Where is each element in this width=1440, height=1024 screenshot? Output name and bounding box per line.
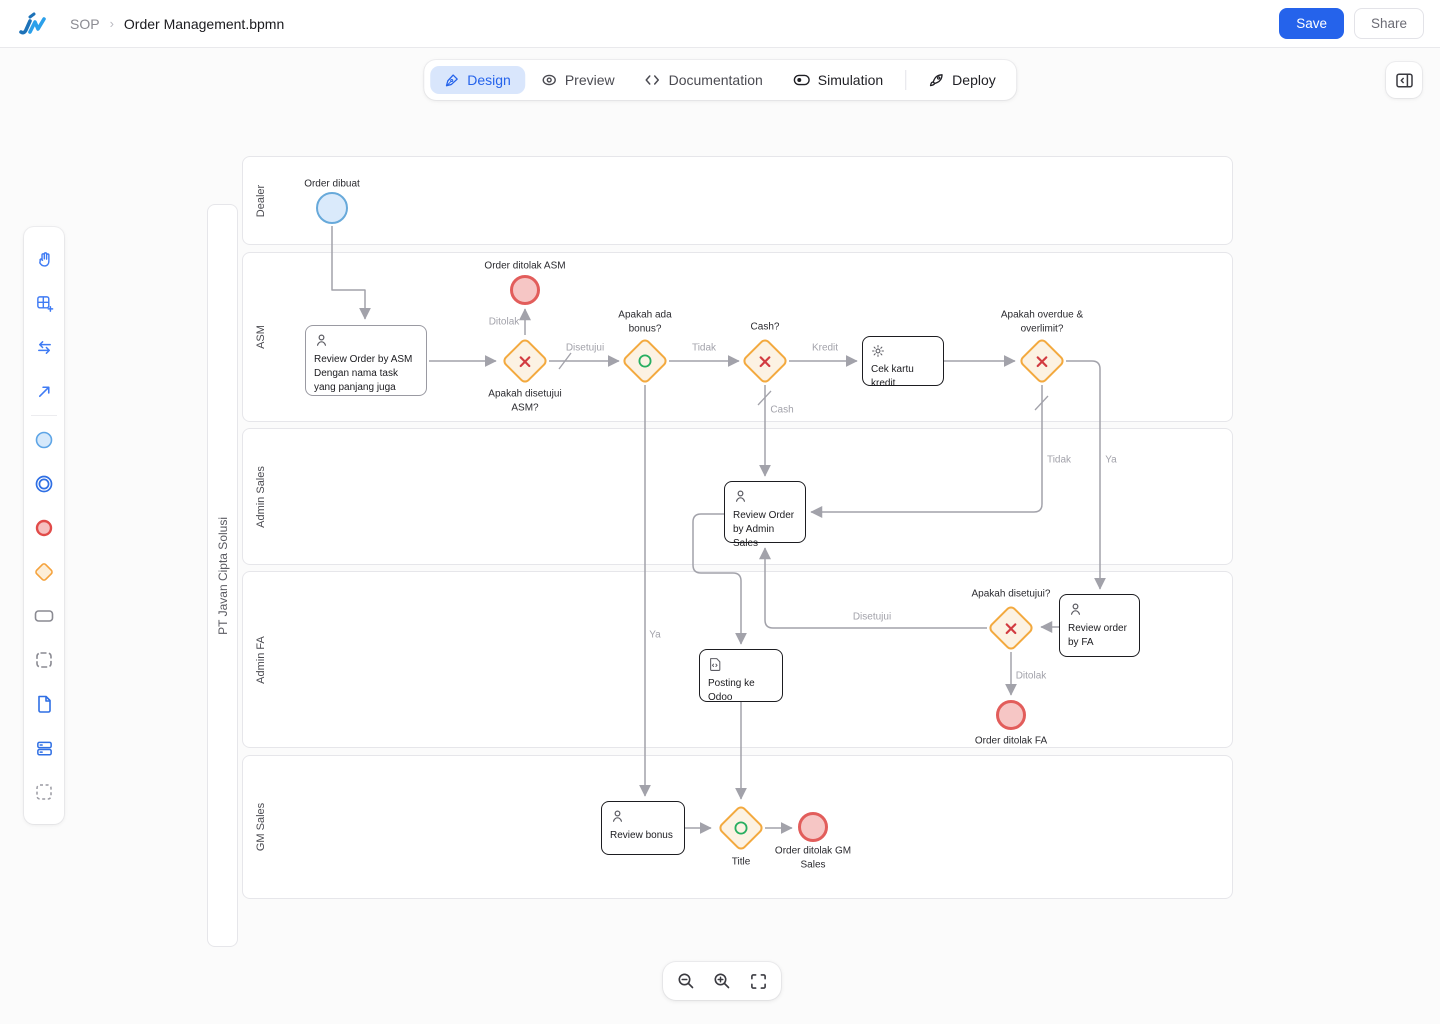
start-event-order-dibuat[interactable] [316, 192, 348, 224]
code-file-icon [708, 657, 722, 672]
mode-tabbar: Design Preview Documentation Simulation … [424, 60, 1016, 100]
arrow-up-right-icon [36, 383, 53, 400]
task-label: Cek kartu kredit [871, 363, 935, 391]
gear-icon [871, 344, 885, 358]
add-lane-button[interactable] [28, 281, 60, 325]
breadcrumb-file-name: Order Management.bpmn [124, 16, 284, 32]
end-event-icon [34, 518, 54, 538]
user-icon [610, 809, 625, 824]
end-event-order-ditolak-asm[interactable] [510, 275, 540, 305]
user-icon [733, 489, 748, 504]
hand-icon [35, 250, 54, 269]
zoom-out-button[interactable] [673, 968, 699, 994]
tab-preview-label: Preview [565, 72, 615, 88]
task-review-order-fa[interactable]: Review order by FA [1059, 594, 1140, 657]
task-cek-kartu-kredit[interactable]: Cek kartu kredit [862, 336, 944, 386]
tab-simulation[interactable]: Simulation [779, 66, 897, 94]
swap-arrows-icon [35, 338, 54, 357]
toolbox-divider [31, 415, 57, 416]
task-review-order-admin-sales[interactable]: Review Order by Admin Sales [724, 481, 806, 543]
tab-design[interactable]: Design [430, 66, 525, 94]
group-dashed-icon [35, 783, 53, 801]
lane-grid-plus-icon [35, 294, 54, 313]
start-event-tool-button[interactable] [28, 418, 60, 462]
breadcrumb-section[interactable]: SOP [70, 16, 100, 32]
subprocess-tool-button[interactable] [28, 638, 60, 682]
zoom-controls [663, 962, 781, 1000]
user-icon [314, 333, 329, 348]
x-mark-icon [758, 354, 773, 369]
fit-screen-button[interactable] [745, 968, 771, 994]
task-tool-button[interactable] [28, 594, 60, 638]
zoom-in-button[interactable] [709, 968, 735, 994]
start-event-icon [34, 430, 54, 450]
tab-design-label: Design [467, 72, 511, 88]
group-select-tool-button[interactable] [28, 770, 60, 814]
pool-pt-javan[interactable]: PT Javan Cipta Solusi [207, 204, 238, 947]
task-icon [34, 608, 54, 624]
tab-preview[interactable]: Preview [527, 66, 629, 94]
design-pen-icon [444, 73, 459, 88]
document-icon [36, 695, 53, 714]
lane-admin-sales-label: Admin Sales [255, 466, 267, 528]
o-mark-icon [733, 820, 749, 836]
eye-icon [541, 72, 557, 88]
gateway-icon [33, 561, 55, 583]
task-label: Review Order by ASM Dengan nama task yan… [314, 353, 418, 395]
task-label: Review Order by Admin Sales [733, 509, 797, 551]
gateway-tool-button[interactable] [28, 550, 60, 594]
code-icon [645, 73, 661, 87]
task-review-order-asm[interactable]: Review Order by ASM Dengan nama task yan… [305, 325, 427, 396]
lane-asm-label: ASM [255, 325, 267, 349]
zoom-out-icon [677, 972, 695, 990]
task-review-bonus[interactable]: Review bonus [601, 801, 685, 855]
end-event-tool-button[interactable] [28, 506, 60, 550]
toggle-icon [793, 73, 810, 87]
tab-divider [905, 70, 906, 90]
task-label: Posting ke Odoo [708, 677, 774, 705]
chevron-right-icon: › [110, 16, 114, 31]
subprocess-icon [35, 651, 53, 669]
data-store-tool-button[interactable] [28, 726, 60, 770]
connector-tool-button[interactable] [28, 369, 60, 413]
o-mark-icon [637, 353, 653, 369]
tab-deploy-label: Deploy [952, 72, 996, 88]
pan-tool-button[interactable] [28, 237, 60, 281]
intermediate-event-tool-button[interactable] [28, 462, 60, 506]
document-tool-button[interactable] [28, 682, 60, 726]
task-label: Review bonus [610, 829, 676, 843]
rocket-icon [928, 72, 944, 88]
panel-collapse-icon [1396, 73, 1413, 88]
share-button[interactable]: Share [1354, 8, 1424, 39]
data-store-icon [35, 739, 54, 758]
zoom-in-icon [713, 972, 731, 990]
tab-documentation[interactable]: Documentation [631, 66, 777, 94]
lane-gm-sales-label: GM Sales [255, 803, 267, 851]
user-icon [1068, 602, 1083, 617]
shape-toolbox [24, 227, 64, 824]
tab-documentation-label: Documentation [669, 72, 763, 88]
app-header: SOP › Order Management.bpmn Save Share [0, 0, 1440, 48]
diagram-canvas[interactable]: PT Javan Cipta Solusi Dealer ASM Admin S… [0, 48, 1440, 1024]
app-logo-icon [16, 10, 56, 38]
task-posting-ke-odoo[interactable]: Posting ke Odoo [699, 649, 783, 702]
tab-deploy[interactable]: Deploy [914, 66, 1010, 94]
lane-dealer-label: Dealer [255, 184, 267, 216]
fit-screen-icon [750, 973, 767, 990]
lane-dealer[interactable]: Dealer [242, 156, 1233, 245]
right-panel-toggle-button[interactable] [1386, 62, 1422, 98]
x-mark-icon [1035, 354, 1050, 369]
pool-label: PT Javan Cipta Solusi [216, 517, 230, 635]
breadcrumb: SOP › Order Management.bpmn [70, 16, 284, 32]
intermediate-event-icon [34, 474, 54, 494]
tab-simulation-label: Simulation [818, 72, 883, 88]
task-label: Review order by FA [1068, 622, 1131, 650]
end-event-order-ditolak-gm[interactable] [798, 812, 828, 842]
swap-connection-button[interactable] [28, 325, 60, 369]
x-mark-icon [518, 354, 533, 369]
save-button[interactable]: Save [1279, 8, 1344, 39]
x-mark-icon [1004, 621, 1019, 636]
end-event-order-ditolak-fa[interactable] [996, 700, 1026, 730]
lane-admin-fa-label: Admin FA [255, 636, 267, 684]
